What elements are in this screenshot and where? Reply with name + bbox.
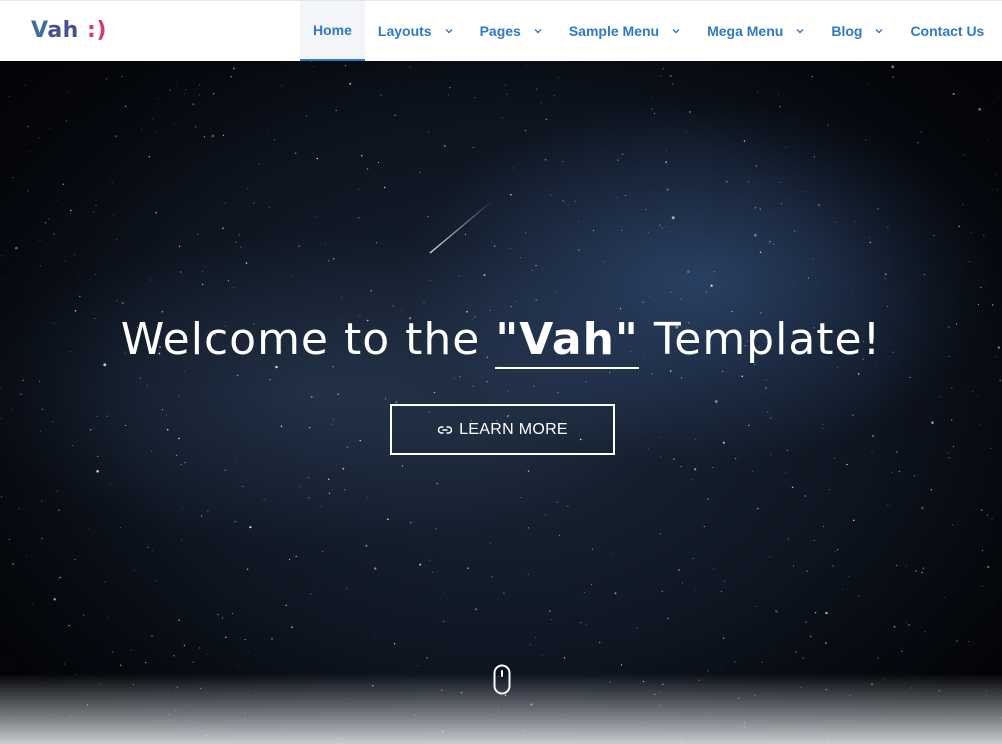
hero-title: Welcome to the "Vah" Template! (0, 310, 1002, 370)
chevron-down-icon (795, 26, 805, 36)
hero-title-suffix: Template! (638, 314, 882, 365)
nav-item-sample-menu[interactable]: Sample Menu (556, 1, 694, 61)
learn-more-label: LEARN MORE (459, 420, 568, 438)
hero-section: Welcome to the "Vah" Template! LEARN MOR… (0, 60, 1002, 744)
chevron-down-icon (533, 26, 543, 36)
site-logo[interactable]: Vah :) (31, 15, 107, 47)
nav-item-label: Sample Menu (568, 23, 660, 39)
nav-item-label: Pages (479, 23, 521, 39)
chevron-down-icon (444, 26, 454, 36)
nav-item-home[interactable]: Home (300, 1, 365, 61)
chevron-down-icon (874, 26, 884, 36)
logo-smile: :) (87, 18, 107, 43)
nav-item-label: Home (313, 22, 352, 38)
nav-item-label: Layouts (377, 23, 432, 39)
chevron-down-icon (671, 26, 681, 36)
nav-item-label: Contact Us (910, 23, 985, 39)
learn-more-button[interactable]: LEARN MORE (390, 404, 615, 455)
nav-item-mega-menu[interactable]: Mega Menu (694, 1, 818, 61)
nav-item-blog[interactable]: Blog (818, 1, 897, 61)
hero-title-prefix: Welcome to the (120, 314, 496, 365)
link-icon (437, 424, 453, 436)
logo-letter-v: V (31, 18, 48, 43)
nav-item-contact-us[interactable]: Contact Us (897, 1, 997, 61)
logo-letters-ah: ah (47, 18, 79, 43)
main-nav: Home Layouts Pages Sample Menu Mega Menu (300, 1, 997, 61)
nav-item-label: Blog (831, 23, 863, 39)
hero-bottom-fade (0, 674, 1002, 744)
nav-item-layouts[interactable]: Layouts (365, 1, 467, 61)
site-header: Vah :) Home Layouts Pages Sample Menu Me… (0, 0, 1002, 61)
hero-vignette (0, 60, 1002, 744)
shooting-star (429, 201, 492, 254)
nav-item-pages[interactable]: Pages (467, 1, 556, 61)
hero-title-accent: "Vah" (495, 314, 639, 369)
nav-item-label: Mega Menu (707, 23, 784, 39)
